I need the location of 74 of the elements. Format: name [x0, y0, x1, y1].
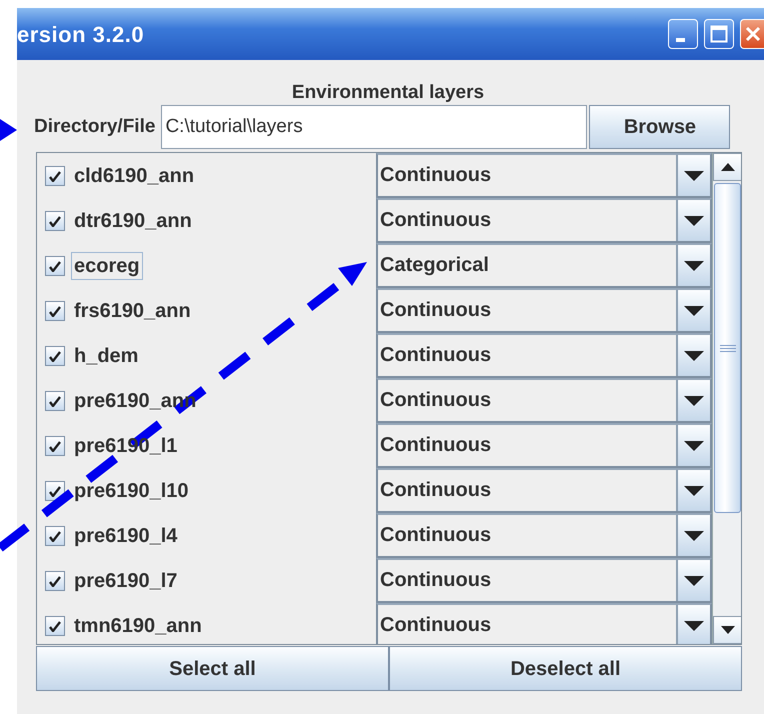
- deselect-all-button[interactable]: Deselect all: [389, 646, 742, 691]
- up-arrow-icon: [720, 163, 734, 171]
- layer-name: h_dem: [73, 344, 140, 368]
- caret-icon: [684, 306, 704, 316]
- check-icon: [49, 394, 61, 406]
- down-arrow-icon: [720, 626, 734, 634]
- scroll-up-button[interactable]: [713, 153, 741, 181]
- type-dropdown[interactable]: Continuous: [376, 333, 712, 378]
- checkbox[interactable]: [45, 346, 65, 366]
- close-button[interactable]: [740, 19, 764, 49]
- caret-icon: [684, 216, 704, 226]
- caret-icon: [684, 530, 704, 540]
- layer-name: pre6190_l10: [73, 478, 190, 504]
- caret-icon: [684, 576, 704, 586]
- section-heading: Environmental layers: [290, 81, 486, 104]
- checkbox[interactable]: [45, 436, 65, 456]
- window-title: ersion 3.2.0: [17, 20, 144, 48]
- type-dropdown[interactable]: Continuous: [376, 288, 712, 333]
- type-dropdown[interactable]: Continuous: [376, 513, 712, 558]
- grip-icon: [720, 344, 736, 352]
- type-dropdown[interactable]: Continuous: [376, 468, 712, 513]
- checkbox[interactable]: [45, 256, 65, 276]
- minimize-icon: [676, 38, 684, 42]
- check-icon: [49, 350, 61, 362]
- select-all-button[interactable]: Select all: [36, 646, 389, 691]
- checkbox[interactable]: [45, 526, 65, 546]
- check-icon: [49, 530, 61, 542]
- check-icon: [49, 214, 61, 226]
- caret-icon: [684, 396, 704, 406]
- caret-icon: [684, 486, 704, 496]
- close-icon: [744, 26, 760, 42]
- scroll-thumb[interactable]: [714, 183, 741, 513]
- check-icon: [49, 484, 61, 496]
- layer-name: cld6190_ann: [73, 164, 196, 188]
- checkbox[interactable]: [45, 616, 65, 636]
- scroll-down-button[interactable]: [713, 616, 741, 644]
- layer-name: pre6190_l7: [73, 568, 178, 594]
- layer-name: frs6190_ann: [73, 298, 192, 324]
- type-dropdown[interactable]: Continuous: [376, 423, 712, 468]
- layer-name: ecoreg: [71, 252, 143, 280]
- maximize-icon: [710, 25, 728, 43]
- type-dropdown[interactable]: Continuous: [376, 378, 712, 423]
- arrow-head: [0, 119, 17, 141]
- caret-icon: [684, 170, 704, 180]
- layer-name: tmn6190_ann: [73, 614, 203, 638]
- layer-name: dtr6190_ann: [73, 208, 193, 234]
- scrollbar[interactable]: [712, 153, 741, 644]
- type-dropdown[interactable]: Continuous: [376, 198, 712, 243]
- check-icon: [49, 620, 61, 632]
- field-label: Directory/File: [34, 114, 156, 139]
- caret-icon: [684, 260, 704, 270]
- layer-name: pre6190_l4: [73, 524, 178, 548]
- check-icon: [49, 574, 61, 586]
- checkbox[interactable]: [45, 166, 65, 186]
- type-dropdown[interactable]: Continuous: [376, 603, 712, 644]
- browse-button[interactable]: Browse: [589, 105, 730, 149]
- minimize-button[interactable]: [668, 19, 698, 49]
- caret-icon: [684, 620, 704, 630]
- directory-field[interactable]: C:\tutorial\layers: [161, 105, 588, 149]
- check-icon: [49, 170, 61, 182]
- caret-icon: [684, 350, 704, 360]
- type-dropdown[interactable]: Continuous: [376, 558, 712, 603]
- checkbox[interactable]: [45, 390, 65, 410]
- layer-name: pre6190_l1: [73, 434, 178, 458]
- check-icon: [49, 440, 61, 452]
- checkbox[interactable]: [45, 300, 65, 320]
- maximize-button[interactable]: [704, 19, 734, 49]
- type-dropdown[interactable]: Continuous: [376, 153, 712, 198]
- checkbox[interactable]: [45, 570, 65, 590]
- caret-icon: [684, 440, 704, 450]
- check-icon: [49, 304, 61, 316]
- checkbox[interactable]: [45, 210, 65, 230]
- type-dropdown[interactable]: Categorical: [376, 243, 712, 288]
- check-icon: [49, 260, 61, 272]
